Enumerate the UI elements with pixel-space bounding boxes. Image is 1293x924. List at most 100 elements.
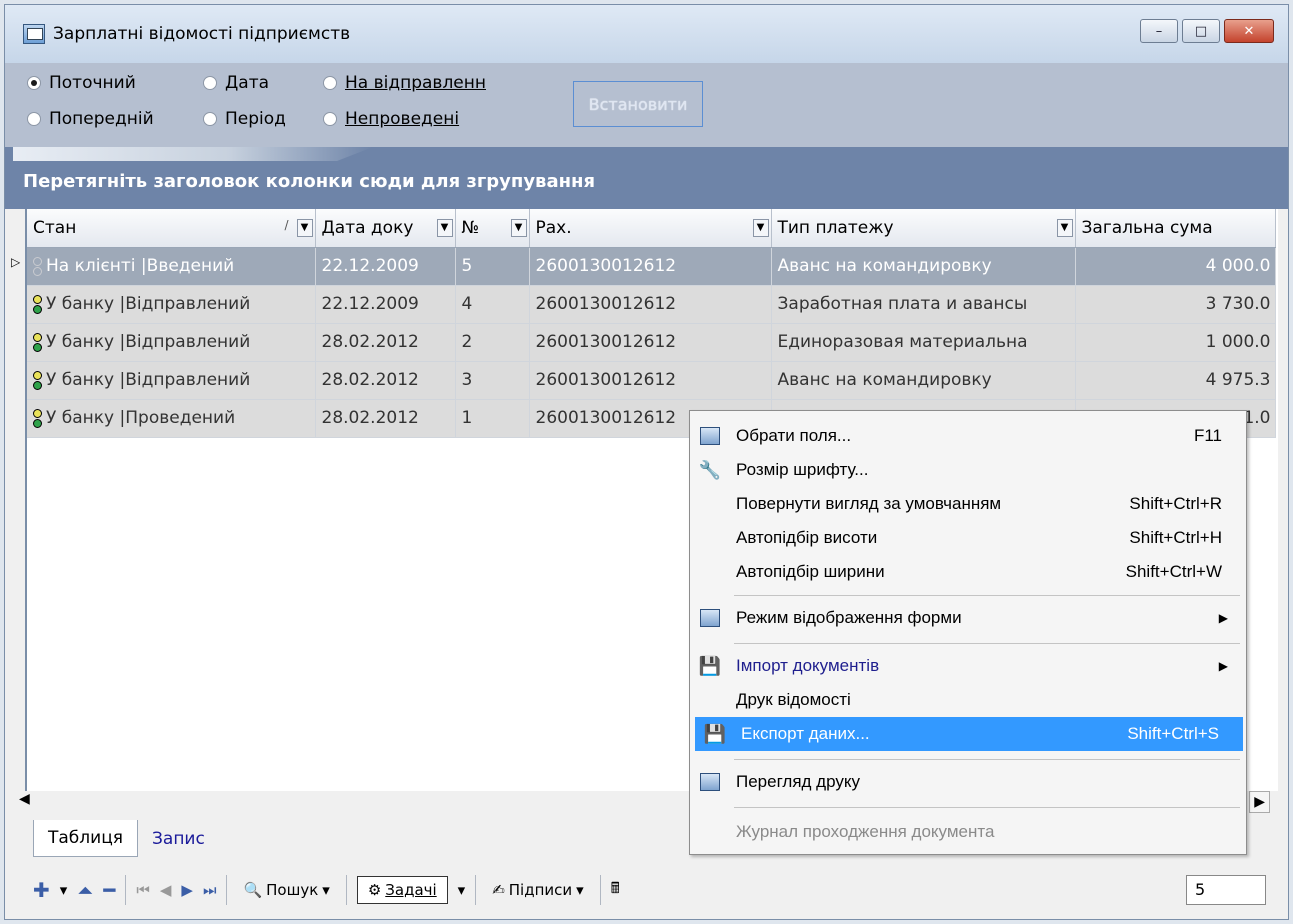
account-cell: 2600130012612: [529, 247, 772, 286]
submenu-arrow-icon: ▶: [1218, 659, 1228, 673]
group-by-hint: Перетягніть заголовок колонки сюди для з…: [23, 171, 596, 192]
filter-dropdown-icon[interactable]: ▼: [752, 219, 769, 237]
record-number-field[interactable]: 5: [1186, 875, 1266, 905]
total-cell: 1 000.0: [1075, 323, 1276, 362]
menu-item-document-log: Журнал проходження документа: [736, 822, 995, 841]
filter-dropdown-icon[interactable]: ▼: [1056, 219, 1073, 237]
number-cell: 4: [455, 285, 530, 324]
radio-current[interactable]: Поточний: [27, 73, 136, 93]
context-menu: Обрати поля... F11 🔧 Розмір шрифту... Пове…: [689, 410, 1247, 855]
total-cell: 4 000.0: [1075, 247, 1276, 286]
first-record-icon[interactable]: ⏮: [136, 881, 150, 899]
column-header-payment-type[interactable]: Тип платежу ▼: [771, 209, 1076, 248]
last-record-icon[interactable]: ⏭: [203, 881, 217, 899]
total-cell: 4 975.3: [1075, 361, 1276, 400]
scroll-left-icon[interactable]: ◀: [19, 791, 30, 807]
date-cell: 22.12.2009: [315, 247, 456, 286]
menu-item-autofit-height[interactable]: Автопідбір висоти Shift+Ctrl+H: [690, 521, 1246, 555]
status-cell: На клієнті |Введений: [27, 247, 316, 286]
edit-icon[interactable]: ⏶: [77, 878, 93, 902]
filter-panel: Поточний Дата На відправленн Попередній …: [5, 63, 1288, 147]
menu-item-choose-fields[interactable]: Обрати поля... F11: [690, 419, 1246, 453]
minimize-button[interactable]: –: [1140, 19, 1178, 43]
sort-icon: /: [284, 218, 289, 232]
status-cell: У банку |Відправлений: [27, 285, 316, 324]
status-light-icon: [33, 408, 42, 428]
status-light-icon: [33, 370, 42, 390]
fields-icon: [698, 425, 722, 447]
signatures-icon: ✍: [492, 881, 505, 899]
radio-sending[interactable]: На відправленн: [323, 73, 486, 93]
status-light-icon: [33, 294, 42, 314]
status-cell: У банку |Проведений: [27, 399, 316, 438]
import-icon: 💾: [698, 655, 722, 676]
payment-type-cell: Заработная плата и авансы: [771, 285, 1076, 324]
signatures-button[interactable]: ✍ Підписи ▾: [486, 879, 589, 901]
toolbar-separator: [125, 875, 127, 905]
search-button[interactable]: 🔍 Пошук ▾: [237, 879, 335, 901]
radio-dot: [203, 112, 217, 126]
scroll-right-icon[interactable]: ▶: [1249, 791, 1270, 813]
menu-item-autofit-width[interactable]: Автопідбір ширини Shift+Ctrl+W: [690, 555, 1246, 589]
toolbar-separator: [599, 875, 601, 905]
radio-date[interactable]: Дата: [203, 73, 269, 93]
filter-dropdown-icon[interactable]: ▼: [296, 219, 313, 237]
menu-item-form-mode[interactable]: Режим відображення форми ▶: [690, 601, 1246, 635]
number-cell: 5: [455, 247, 530, 286]
menu-item-font-size[interactable]: 🔧 Розмір шрифту...: [690, 453, 1246, 487]
date-cell: 28.02.2012: [315, 361, 456, 400]
radio-previous[interactable]: Попередній: [27, 109, 154, 129]
delete-icon[interactable]: ━: [103, 878, 115, 902]
form-mode-icon: [698, 607, 722, 629]
column-header-date[interactable]: Дата доку ▼: [315, 209, 456, 248]
payment-type-cell: Единоразовая материальна: [771, 323, 1076, 362]
add-icon[interactable]: ✚: [33, 878, 50, 902]
account-cell: 2600130012612: [529, 323, 772, 362]
tab-table[interactable]: Таблиця: [33, 820, 138, 857]
add-dropdown-icon[interactable]: ▾: [60, 881, 68, 899]
set-button[interactable]: Встановити: [573, 81, 703, 127]
maximize-button[interactable]: □: [1182, 19, 1220, 43]
menu-item-export-data[interactable]: 💾 Експорт даних... Shift+Ctrl+S: [695, 717, 1243, 751]
payment-type-cell: Аванс на командировку: [771, 247, 1076, 286]
menu-separator: [734, 595, 1240, 596]
menu-item-print-preview[interactable]: Перегляд друку: [690, 765, 1246, 799]
column-header-account[interactable]: Рах. ▼: [529, 209, 772, 248]
table-row[interactable]: У банку |Відправлений 28.02.2012 2 26001…: [27, 323, 1276, 362]
wrench-icon: 🔧: [698, 459, 722, 480]
radio-dot: [323, 112, 337, 126]
tasks-button[interactable]: ⚙ Задачі: [356, 876, 448, 904]
calculator-icon[interactable]: 🖩: [611, 878, 620, 903]
menu-item-reset-view[interactable]: Повернути вигляд за умовчанням Shift+Ctrl…: [690, 487, 1246, 521]
tasks-icon: ⚙: [367, 881, 382, 899]
date-cell: 22.12.2009: [315, 285, 456, 324]
status-cell: У банку |Відправлений: [27, 361, 316, 400]
filter-dropdown-icon[interactable]: ▼: [436, 219, 453, 237]
table-row[interactable]: На клієнті |Введений 22.12.2009 5 260013…: [27, 247, 1276, 286]
account-cell: 2600130012612: [529, 361, 772, 400]
table-row[interactable]: У банку |Відправлений 28.02.2012 3 26001…: [27, 361, 1276, 400]
bottom-toolbar: ✚ ▾ ⏶ ━ ⏮ ◀ ▶ ⏭ 🔍 Пошук ▾ ⚙ Задачі ▾ ✍ Підпи…: [33, 867, 1278, 913]
column-header-number[interactable]: № ▼: [455, 209, 530, 248]
radio-period[interactable]: Період: [203, 109, 286, 129]
date-cell: 28.02.2012: [315, 323, 456, 362]
menu-item-import-documents[interactable]: 💾 Імпорт документів ▶: [690, 649, 1246, 683]
status-cell: У банку |Відправлений: [27, 323, 316, 362]
menu-separator: [734, 807, 1240, 808]
table-row[interactable]: У банку |Відправлений 22.12.2009 4 26001…: [27, 285, 1276, 324]
close-button[interactable]: ✕: [1224, 19, 1274, 43]
column-header-total[interactable]: Загальна сума: [1075, 209, 1276, 248]
radio-dot: [203, 76, 217, 90]
row-indicator-icon: ▷: [11, 255, 21, 269]
radio-unposted[interactable]: Непроведені: [323, 109, 459, 129]
menu-item-print-statement[interactable]: Друк відомості: [690, 683, 1246, 717]
next-record-icon[interactable]: ▶: [181, 881, 193, 899]
prev-record-icon[interactable]: ◀: [160, 881, 172, 899]
filter-dropdown-icon[interactable]: ▼: [510, 219, 527, 237]
tasks-dropdown-icon[interactable]: ▾: [458, 881, 466, 899]
column-header-status[interactable]: Стан / ▼: [27, 209, 316, 248]
radio-dot: [323, 76, 337, 90]
binoculars-icon: 🔍: [243, 881, 263, 899]
tab-record[interactable]: Запис: [138, 821, 219, 857]
group-by-panel[interactable]: Перетягніть заголовок колонки сюди для з…: [5, 147, 1288, 209]
